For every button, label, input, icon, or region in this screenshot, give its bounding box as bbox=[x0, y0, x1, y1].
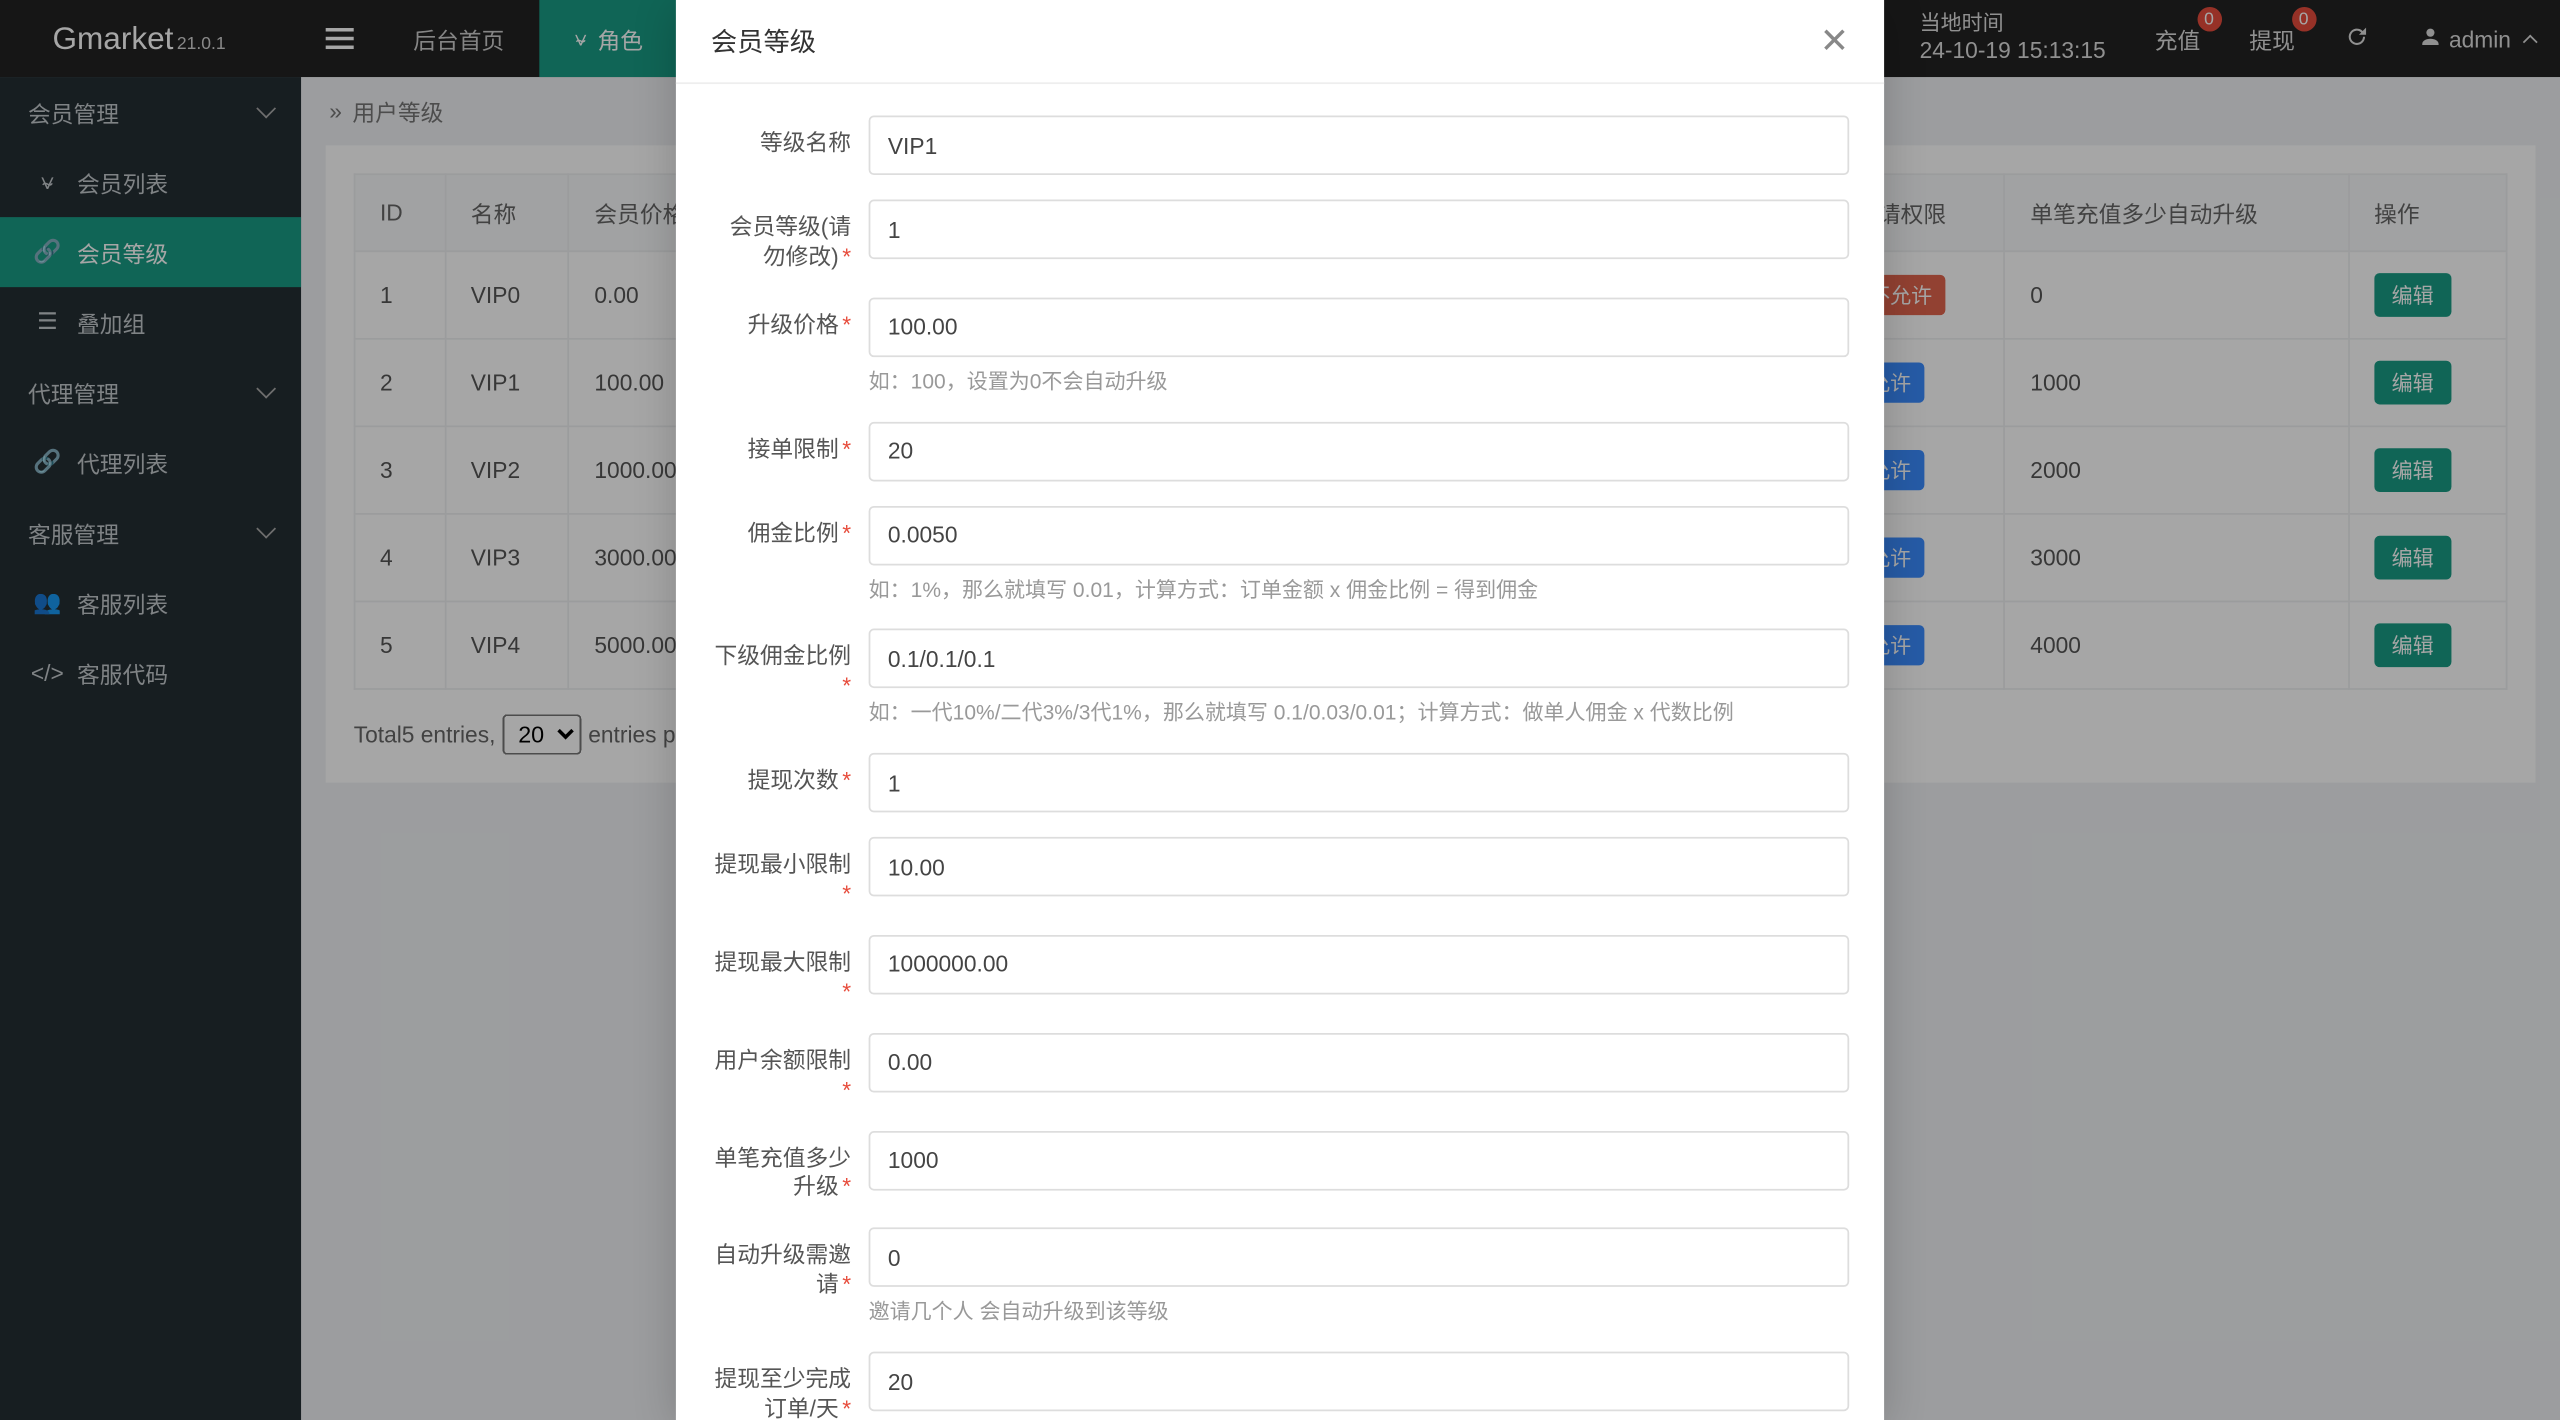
required-mark: * bbox=[842, 243, 851, 269]
required-mark: * bbox=[842, 978, 851, 1004]
required-mark: * bbox=[842, 519, 851, 545]
input-withdraw_min_orders[interactable] bbox=[869, 1352, 1850, 1412]
field-label: 等级名称 bbox=[711, 116, 869, 176]
field-label: 用户余额限制* bbox=[711, 1033, 869, 1106]
field-help: 邀请几个人 会自动升级到该等级 bbox=[869, 1298, 1850, 1327]
field-label: 佣金比例* bbox=[711, 505, 869, 604]
form-row-level_name: 等级名称 bbox=[711, 116, 1849, 176]
input-balance_limit[interactable] bbox=[869, 1033, 1850, 1093]
field-wrap bbox=[869, 200, 1850, 273]
field-wrap: 如：1%，那么就填写 0.01，计算方式：订单金额 x 佣金比例 = 得到佣金 bbox=[869, 505, 1850, 604]
field-label: 提现次数* bbox=[711, 753, 869, 813]
input-withdraw_count[interactable] bbox=[869, 753, 1850, 813]
field-label: 自动升级需邀请* bbox=[711, 1228, 869, 1327]
modal-header: 会员等级 ✕ bbox=[676, 0, 1884, 84]
form-row-order_limit: 接单限制* bbox=[711, 421, 1849, 481]
field-wrap: 如：100，设置为0不会自动升级 bbox=[869, 297, 1850, 396]
field-help: 如：100，设置为0不会自动升级 bbox=[869, 367, 1850, 396]
modal-body: 等级名称会员等级(请勿修改)*升级价格*如：100，设置为0不会自动升级接单限制… bbox=[676, 84, 1884, 1420]
field-label: 单笔充值多少升级* bbox=[711, 1130, 869, 1203]
required-mark: * bbox=[842, 1174, 851, 1200]
required-mark: * bbox=[842, 1271, 851, 1297]
form-row-member_level: 会员等级(请勿修改)* bbox=[711, 200, 1849, 273]
field-label: 接单限制* bbox=[711, 421, 869, 481]
form-row-withdraw_min_orders: 提现至少完成订单/天*提现需要完成 几笔订单才开提现 / 天 bbox=[711, 1352, 1849, 1420]
required-mark: * bbox=[842, 1076, 851, 1102]
input-sub_commission[interactable] bbox=[869, 629, 1850, 689]
form-row-withdraw_max: 提现最大限制* bbox=[711, 935, 1849, 1008]
input-withdraw_max[interactable] bbox=[869, 935, 1850, 995]
input-level_name[interactable] bbox=[869, 116, 1850, 176]
form-row-withdraw_count: 提现次数* bbox=[711, 753, 1849, 813]
edit-level-modal: 会员等级 ✕ 等级名称会员等级(请勿修改)* 升级价格*如：100，设置为0不会自… bbox=[676, 0, 1884, 1420]
form-row-upgrade_price: 升级价格*如：100，设置为0不会自动升级 bbox=[711, 297, 1849, 396]
field-wrap bbox=[869, 116, 1850, 176]
field-label: 提现最大限制* bbox=[711, 935, 869, 1008]
required-mark: * bbox=[842, 881, 851, 907]
form-row-auto_upgrade_invite: 自动升级需邀请*邀请几个人 会自动升级到该等级 bbox=[711, 1228, 1849, 1327]
input-auto_upgrade_invite[interactable] bbox=[869, 1228, 1850, 1288]
field-wrap bbox=[869, 935, 1850, 1008]
required-mark: * bbox=[842, 435, 851, 461]
field-wrap: 如：一代10%/二代3%/3代1%，那么就填写 0.1/0.03/0.01；计算… bbox=[869, 629, 1850, 728]
field-help: 如：1%，那么就填写 0.01，计算方式：订单金额 x 佣金比例 = 得到佣金 bbox=[869, 575, 1850, 604]
field-label: 下级佣金比例* bbox=[711, 629, 869, 728]
field-wrap: 邀请几个人 会自动升级到该等级 bbox=[869, 1228, 1850, 1327]
close-icon[interactable]: ✕ bbox=[1820, 24, 1849, 59]
required-mark: * bbox=[842, 673, 851, 699]
field-label: 提现至少完成订单/天* bbox=[711, 1352, 869, 1420]
form-row-balance_limit: 用户余额限制* bbox=[711, 1033, 1849, 1106]
input-upgrade_price[interactable] bbox=[869, 297, 1850, 357]
required-mark: * bbox=[842, 767, 851, 793]
form-row-recharge_auto: 单笔充值多少升级* bbox=[711, 1130, 1849, 1203]
input-withdraw_min[interactable] bbox=[869, 837, 1850, 897]
input-order_limit[interactable] bbox=[869, 421, 1850, 481]
field-wrap: 提现需要完成 几笔订单才开提现 / 天 bbox=[869, 1352, 1850, 1420]
field-wrap bbox=[869, 421, 1850, 481]
field-label: 升级价格* bbox=[711, 297, 869, 396]
required-mark: * bbox=[842, 311, 851, 337]
input-member_level[interactable] bbox=[869, 200, 1850, 260]
field-label: 提现最小限制* bbox=[711, 837, 869, 910]
modal-title: 会员等级 bbox=[711, 23, 816, 60]
field-wrap bbox=[869, 1130, 1850, 1203]
required-mark: * bbox=[842, 1395, 851, 1420]
input-commission[interactable] bbox=[869, 505, 1850, 565]
form-row-sub_commission: 下级佣金比例*如：一代10%/二代3%/3代1%，那么就填写 0.1/0.03/… bbox=[711, 629, 1849, 728]
input-recharge_auto[interactable] bbox=[869, 1130, 1850, 1190]
form-row-commission: 佣金比例*如：1%，那么就填写 0.01，计算方式：订单金额 x 佣金比例 = … bbox=[711, 505, 1849, 604]
field-help: 如：一代10%/二代3%/3代1%，那么就填写 0.1/0.03/0.01；计算… bbox=[869, 699, 1850, 728]
form-row-withdraw_min: 提现最小限制* bbox=[711, 837, 1849, 910]
field-wrap bbox=[869, 753, 1850, 813]
field-wrap bbox=[869, 837, 1850, 910]
field-label: 会员等级(请勿修改)* bbox=[711, 200, 869, 273]
field-wrap bbox=[869, 1033, 1850, 1106]
